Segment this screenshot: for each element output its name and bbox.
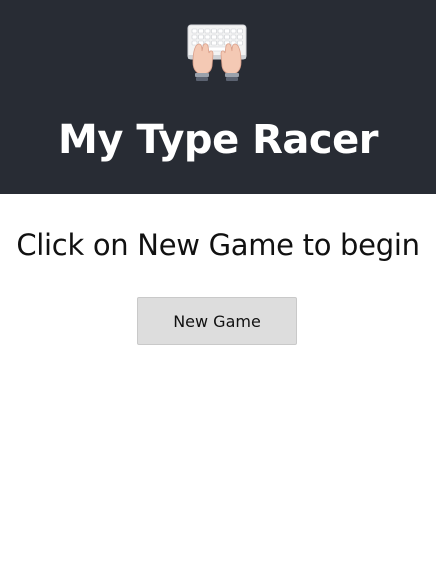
start-prompt: Click on New Game to begin (16, 228, 420, 262)
new-game-button[interactable]: New Game (137, 297, 297, 345)
main-content: Click on New Game to begin New Game (0, 194, 436, 573)
app-header: My Type Racer (0, 0, 436, 194)
app-title: My Type Racer (58, 117, 378, 163)
keyboard-hands-icon (187, 24, 247, 81)
